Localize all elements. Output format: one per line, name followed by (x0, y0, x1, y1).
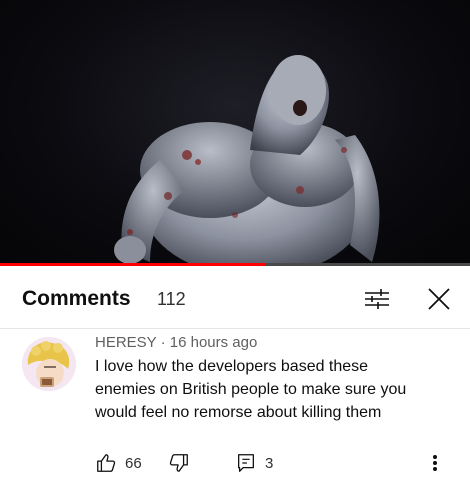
comment-author[interactable]: HERESY (95, 334, 156, 351)
dislike-button[interactable] (168, 451, 190, 475)
thumbs-down-icon (169, 454, 188, 472)
reply-button[interactable]: 3 (235, 451, 273, 475)
comment-meta: HERESY · 16 hours ago (95, 334, 257, 351)
avatar[interactable] (22, 337, 76, 391)
more-options-button[interactable] (425, 451, 445, 475)
comments-header: Comments 112 (0, 266, 470, 328)
comment-time: 16 hours ago (169, 334, 258, 351)
comment-item: HERESY · 16 hours ago I love how the dev… (0, 329, 470, 480)
meta-separator: · (160, 334, 166, 351)
close-icon (428, 288, 450, 310)
thumbs-up-icon (97, 454, 116, 472)
comment-line: enemies on British people to make sure y… (95, 381, 407, 398)
comments-count: 112 (157, 289, 186, 309)
avatar-character-icon (22, 337, 76, 391)
comment-actions: 66 3 (95, 451, 465, 475)
like-count: 66 (125, 454, 142, 472)
video-player[interactable] (0, 0, 470, 265)
sort-filter-button[interactable] (362, 284, 392, 314)
more-vertical-icon (433, 455, 437, 471)
reply-count: 3 (265, 454, 274, 472)
like-button[interactable]: 66 (95, 451, 142, 475)
comment-text: I love how the developers based these en… (95, 355, 445, 424)
video-frame-creature (114, 55, 380, 265)
comments-title: Comments (22, 287, 131, 310)
comment-line: I love how the developers based these (95, 358, 369, 375)
reply-comment-icon (238, 454, 254, 472)
sliders-icon (365, 289, 389, 309)
close-comments-button[interactable] (424, 284, 454, 314)
comment-line: would feel no remorse about killing them (95, 404, 382, 421)
